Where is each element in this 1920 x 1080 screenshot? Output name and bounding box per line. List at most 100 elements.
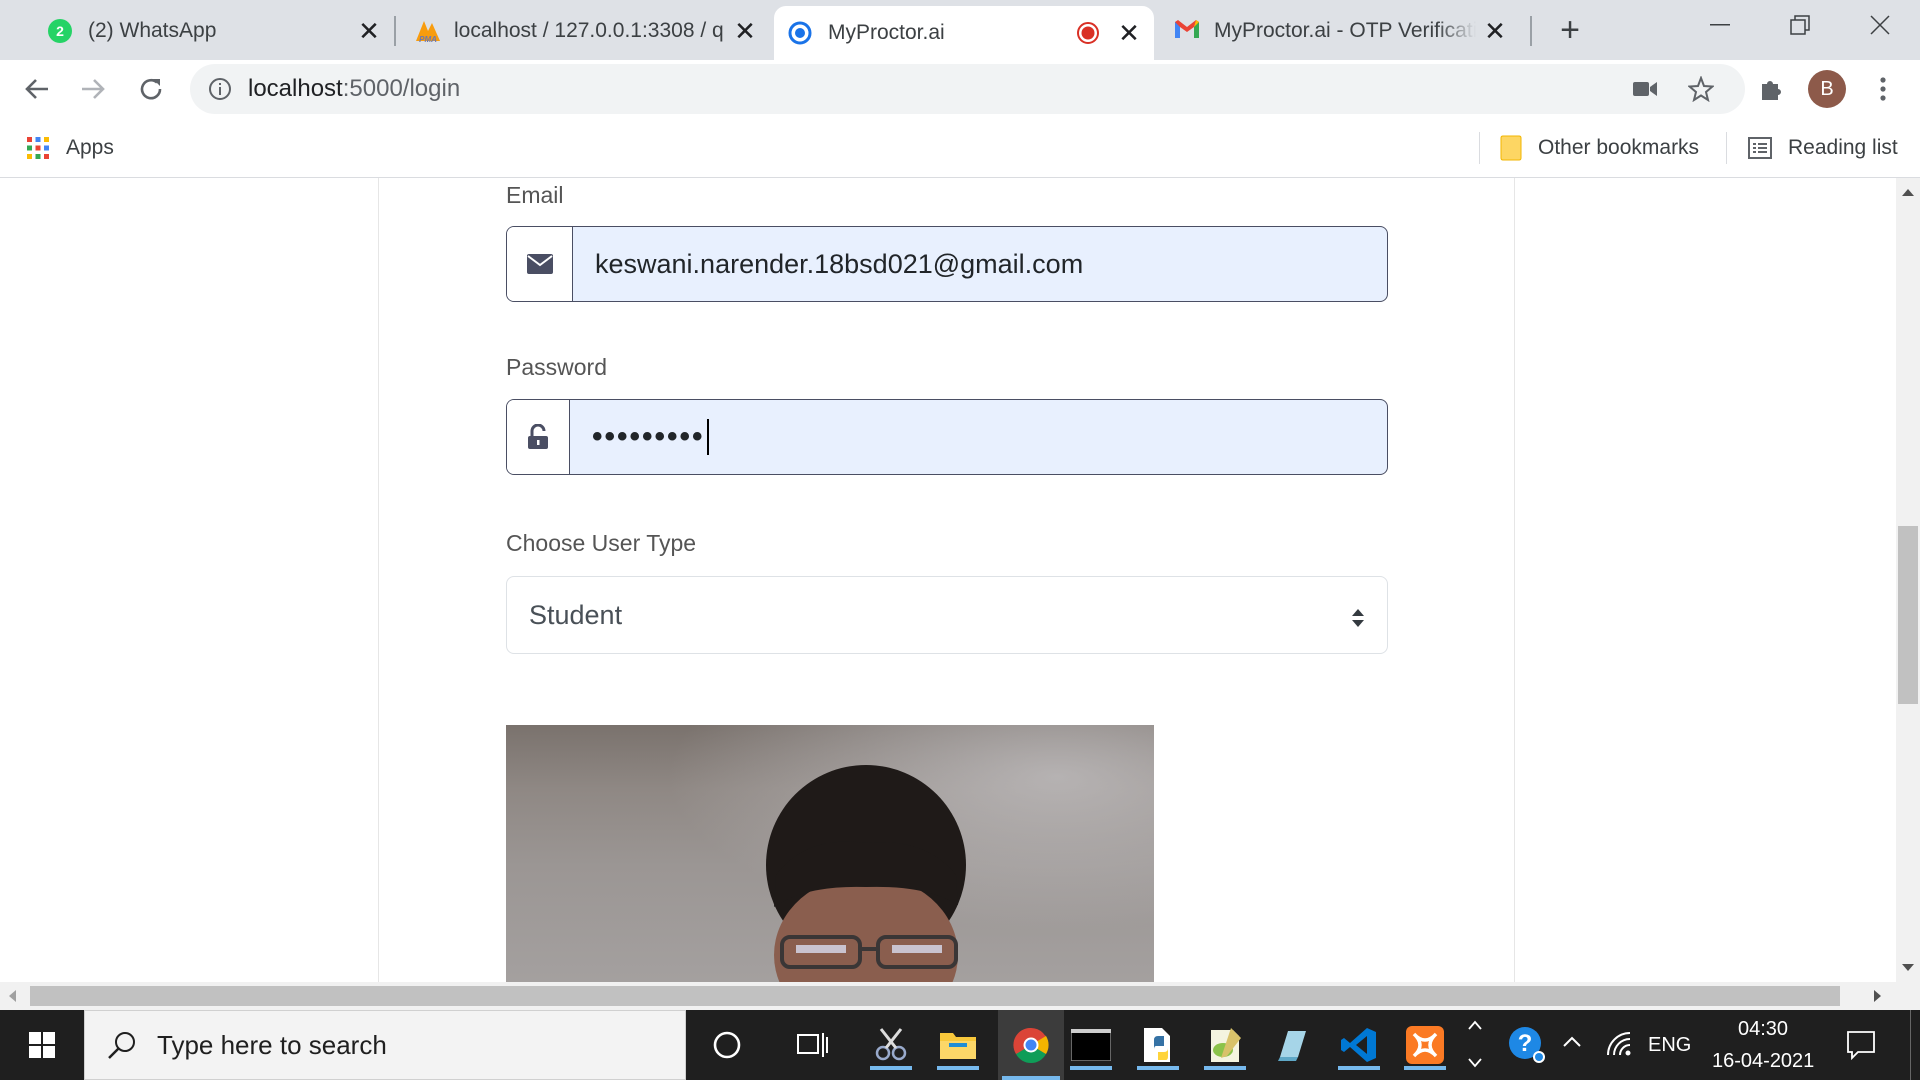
snipping-tool-icon[interactable] (866, 1020, 916, 1070)
close-window-button[interactable] (1840, 0, 1920, 50)
folder-icon (1500, 135, 1522, 161)
user-type-value: Student (529, 599, 623, 630)
windows-start-icon[interactable] (17, 1020, 67, 1070)
bookmark-star-icon[interactable] (1680, 68, 1722, 110)
tab-gmail-otp[interactable]: MyProctor.ai - OTP Verificatio ✕ (1160, 6, 1520, 56)
taskbar-overflow-arrows[interactable] (1460, 1010, 1492, 1080)
file-explorer-icon[interactable] (933, 1020, 983, 1070)
search-placeholder: Type here to search (157, 1029, 387, 1060)
tab-strip: 2 (2) WhatsApp ✕ PMA localhost / 127.0.0… (0, 0, 1920, 60)
scroll-right-arrow-icon[interactable] (1874, 990, 1882, 1002)
apps-grid-icon (26, 136, 50, 160)
notepad-plus-icon[interactable] (1200, 1020, 1250, 1070)
reload-button[interactable] (130, 68, 172, 110)
other-bookmarks-label: Other bookmarks (1538, 136, 1700, 159)
select-updown-icon (1351, 605, 1365, 627)
camera-in-use-icon[interactable] (1624, 68, 1666, 110)
svg-text:PMA: PMA (419, 35, 437, 43)
page-viewport: Email keswani.narender.18bsd021@gmail.co… (0, 178, 1896, 982)
reading-list-label: Reading list (1788, 136, 1898, 159)
horizontal-scrollbar[interactable] (0, 982, 1920, 1010)
apps-bookmark[interactable]: Apps (26, 130, 114, 166)
apps-label: Apps (66, 136, 114, 159)
svg-text:?: ? (1518, 1030, 1533, 1057)
vertical-scrollbar[interactable] (1896, 178, 1920, 982)
user-type-select[interactable]: Student (506, 576, 1388, 654)
search-magnifier-icon (107, 1030, 137, 1060)
vertical-scroll-thumb[interactable] (1898, 526, 1918, 704)
whatsapp-icon: 2 (48, 19, 72, 43)
profile-avatar[interactable]: B (1806, 68, 1848, 110)
terminal-icon[interactable] (1066, 1020, 1116, 1070)
clock-date[interactable]: 16-04-2021 (1712, 1050, 1814, 1073)
scroll-down-arrow-icon[interactable] (1902, 964, 1914, 972)
reading-list[interactable]: Reading list (1748, 130, 1898, 166)
phpmyadmin-icon: PMA (414, 19, 440, 44)
close-tab-icon[interactable]: ✕ (1484, 16, 1506, 46)
email-field[interactable]: keswani.narender.18bsd021@gmail.com (506, 226, 1388, 302)
password-field[interactable]: ••••••••• (506, 399, 1388, 475)
chrome-taskbar-icon[interactable] (998, 1010, 1064, 1080)
show-desktop-button[interactable] (1910, 1010, 1911, 1080)
info-icon[interactable] (208, 77, 232, 101)
menu-kebab-icon[interactable] (1862, 68, 1904, 110)
tab-separator (394, 16, 396, 46)
gmail-icon (1174, 19, 1199, 43)
close-tab-icon[interactable]: ✕ (358, 16, 380, 46)
browser-toolbar: localhost:5000/login B (0, 60, 1920, 118)
help-icon[interactable]: ? (1502, 1020, 1552, 1070)
sticky-notes-icon[interactable] (1267, 1020, 1317, 1070)
scroll-left-arrow-icon[interactable] (8, 990, 16, 1002)
new-tab-button[interactable]: + (1552, 11, 1588, 49)
xampp-icon[interactable] (1400, 1020, 1450, 1070)
bookmarks-bar: Apps Other bookmarks Reading list (0, 118, 1920, 178)
chrome-page-icon (788, 21, 812, 45)
running-indicator (937, 1066, 979, 1070)
tab-title: MyProctor.ai - OTP Verificatio (1214, 19, 1476, 42)
password-label: Password (506, 354, 607, 380)
password-input[interactable]: ••••••••• (570, 400, 1387, 474)
close-tab-icon[interactable]: ✕ (1118, 18, 1140, 48)
tab-phpmyadmin[interactable]: PMA localhost / 127.0.0.1:3308 / q ✕ (400, 6, 770, 56)
vscode-icon[interactable] (1334, 1020, 1384, 1070)
tab-whatsapp[interactable]: 2 (2) WhatsApp ✕ (34, 6, 394, 56)
email-input[interactable]: keswani.narender.18bsd021@gmail.com (573, 227, 1387, 301)
card-right-border (1514, 178, 1515, 982)
reading-list-icon (1748, 137, 1772, 159)
scroll-up-arrow-icon[interactable] (1902, 188, 1914, 196)
webcam-person-image (506, 725, 1154, 982)
back-button[interactable] (16, 68, 58, 110)
password-masked-value: ••••••••• (592, 420, 705, 453)
tab-myproctor-active[interactable]: MyProctor.ai ✕ (774, 6, 1154, 60)
extensions-puzzle-icon[interactable] (1750, 68, 1792, 110)
windows-taskbar: Type here to search ? ENG 04:30 16-04-20… (0, 1010, 1920, 1080)
language-indicator[interactable]: ENG (1648, 1034, 1691, 1057)
running-indicator (1137, 1066, 1179, 1070)
horizontal-scroll-thumb[interactable] (30, 986, 1840, 1006)
webcam-preview (506, 725, 1154, 982)
python-idle-icon[interactable] (1133, 1020, 1183, 1070)
other-bookmarks[interactable]: Other bookmarks (1500, 130, 1699, 166)
running-indicator (1338, 1066, 1380, 1070)
taskbar-search-box[interactable]: Type here to search (84, 1010, 686, 1080)
forward-button[interactable] (72, 68, 114, 110)
tab-title: MyProctor.ai (828, 21, 945, 44)
running-indicator (1204, 1066, 1246, 1070)
address-bar[interactable]: localhost:5000/login (190, 64, 1745, 114)
task-view-icon[interactable] (788, 1020, 838, 1070)
clock-time[interactable]: 04:30 (1738, 1018, 1788, 1041)
show-hidden-icons-chevron[interactable] (1562, 1035, 1582, 1053)
minimize-button[interactable] (1680, 0, 1760, 50)
bookmarks-divider (1479, 132, 1480, 164)
close-tab-icon[interactable]: ✕ (734, 16, 756, 46)
cortana-icon[interactable] (702, 1020, 752, 1070)
tab-title: localhost / 127.0.0.1:3308 / q (454, 19, 724, 42)
running-indicator (1070, 1066, 1112, 1070)
tab-title: (2) WhatsApp (88, 19, 217, 42)
notifications-icon[interactable] (1846, 1030, 1876, 1065)
envelope-icon (507, 227, 573, 301)
unlock-icon (507, 400, 570, 474)
user-type-label: Choose User Type (506, 530, 697, 556)
wifi-icon[interactable] (1606, 1031, 1634, 1062)
restore-button[interactable] (1760, 0, 1840, 50)
